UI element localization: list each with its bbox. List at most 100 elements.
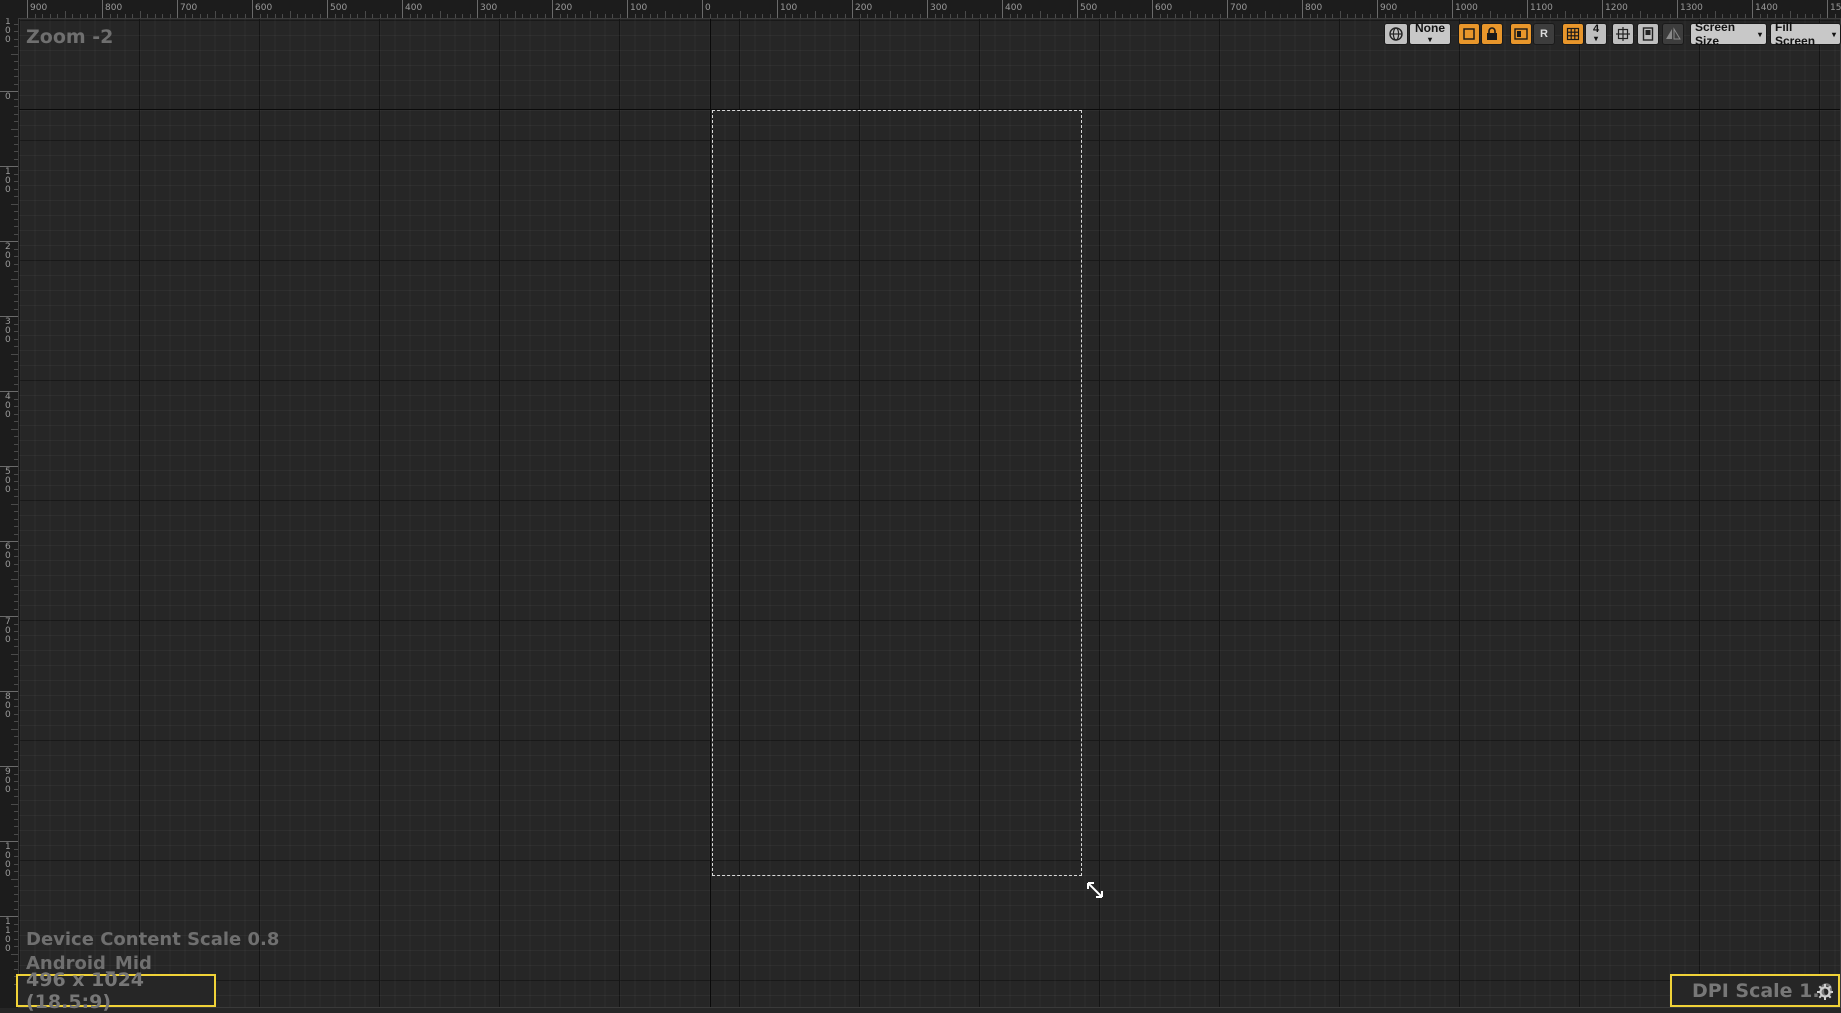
ruler-minor-tick xyxy=(1047,14,1048,18)
ruler-minor-tick xyxy=(972,14,973,18)
ruler-minor-tick xyxy=(1789,11,1791,18)
ruler-minor-tick xyxy=(14,98,18,100)
ruler-minor-tick xyxy=(14,398,18,400)
ruler-label: 700 xyxy=(1230,3,1248,13)
ruler-minor-tick xyxy=(1092,14,1093,18)
layout-icon[interactable] xyxy=(1510,23,1532,45)
globe-icon[interactable] xyxy=(1384,23,1408,45)
ruler-minor-tick xyxy=(1497,14,1498,18)
screen-size-dropdown[interactable]: Screen Size ▾ xyxy=(1690,20,1767,48)
ruler-minor-tick xyxy=(387,14,388,18)
ruler-minor-tick xyxy=(1519,14,1521,18)
ruler-minor-tick xyxy=(14,886,18,887)
transform-icon[interactable] xyxy=(1612,23,1634,45)
ruler-minor-tick xyxy=(1189,11,1191,18)
ruler-minor-tick xyxy=(79,14,81,18)
ruler-minor-tick xyxy=(1812,14,1813,18)
ruler-label: 700 xyxy=(180,3,198,13)
grid-snap-value[interactable]: 4 ▾ xyxy=(1585,23,1607,45)
ruler-minor-tick xyxy=(267,14,268,18)
ruler-major-tick xyxy=(1452,0,1453,18)
ruler-minor-tick xyxy=(664,11,666,18)
chevron-down-icon: ▾ xyxy=(1757,29,1762,39)
ruler-minor-tick xyxy=(1767,14,1768,18)
ruler-minor-tick xyxy=(1699,14,1701,18)
ruler-minor-tick xyxy=(582,14,583,18)
r-label: R xyxy=(1540,28,1548,40)
ruler-minor-tick xyxy=(1407,14,1408,18)
axis-y xyxy=(710,18,711,1007)
ruler-minor-tick xyxy=(14,901,18,902)
ruler-minor-tick xyxy=(1564,11,1566,18)
ruler-minor-tick xyxy=(14,946,18,947)
ruler-label: 300 xyxy=(480,3,498,13)
ruler-minor-tick xyxy=(949,14,951,18)
r-toggle[interactable]: R xyxy=(1533,23,1555,45)
ruler-minor-tick xyxy=(14,436,18,437)
ruler-minor-tick xyxy=(11,278,18,280)
ruler-minor-tick xyxy=(642,14,643,18)
ruler-minor-tick xyxy=(1549,14,1551,18)
ruler-minor-tick xyxy=(42,14,43,18)
fill-screen-dropdown[interactable]: Fill Screen ▾ xyxy=(1770,20,1841,48)
mirror-icon[interactable] xyxy=(1662,23,1684,45)
ruler-minor-tick xyxy=(14,961,18,962)
ruler-minor-tick xyxy=(14,526,18,527)
ruler-major-tick xyxy=(1377,0,1378,18)
ruler-label: 900 xyxy=(30,3,48,13)
horizontal-ruler[interactable]: 900 800 700 600 500 400 300 200 100 0 100 200 300 400… xyxy=(0,0,1841,19)
vertical-ruler[interactable]: 100 0 100 200 300 400 500 600 700 800 900 1000 1100 xyxy=(0,18,19,1008)
design-area-bounds[interactable] xyxy=(712,110,1082,876)
ruler-major-tick xyxy=(327,0,328,18)
ruler-minor-tick xyxy=(409,14,411,18)
ruler-minor-tick xyxy=(14,773,18,775)
ruler-major-tick xyxy=(102,0,103,18)
resize-handle-icon[interactable] xyxy=(1085,880,1105,900)
ruler-minor-tick xyxy=(14,826,18,827)
ruler-minor-tick xyxy=(14,76,18,77)
ruler-minor-tick xyxy=(934,14,936,18)
ruler-minor-tick xyxy=(14,781,18,782)
ruler-minor-tick xyxy=(14,571,18,572)
ruler-minor-tick xyxy=(14,496,18,497)
ruler-major-tick xyxy=(1827,0,1828,18)
ruler-minor-tick xyxy=(829,14,831,18)
ruler-minor-tick xyxy=(1384,14,1386,18)
respect-locks-group: R xyxy=(1510,23,1555,45)
lock-icon[interactable] xyxy=(1481,23,1503,45)
ruler-minor-tick xyxy=(207,14,208,18)
outline-icon[interactable] xyxy=(1458,23,1480,45)
chevron-down-icon: ▾ xyxy=(1593,34,1598,43)
ruler-minor-tick xyxy=(14,188,18,190)
ruler-major-tick xyxy=(1077,0,1078,18)
grid-group: 4 ▾ xyxy=(1562,23,1607,45)
ruler-label: 200 xyxy=(5,242,11,270)
dpi-scale-box[interactable]: DPI Scale 1.0 xyxy=(1670,974,1840,1007)
ruler-minor-tick xyxy=(1294,14,1296,18)
ruler-minor-tick xyxy=(1339,11,1341,18)
ruler-minor-tick xyxy=(492,14,493,18)
gear-icon[interactable] xyxy=(1816,983,1834,1001)
ruler-minor-tick xyxy=(14,593,18,595)
ruler-minor-tick xyxy=(14,421,18,422)
bookmark-icon[interactable] xyxy=(1637,23,1659,45)
ruler-minor-tick xyxy=(14,451,18,452)
ruler-minor-tick xyxy=(1264,11,1266,18)
ruler-minor-tick xyxy=(372,14,373,18)
ruler-minor-tick xyxy=(1332,14,1333,18)
ruler-minor-tick xyxy=(447,14,448,18)
ruler-minor-tick xyxy=(687,14,688,18)
ruler-major-tick xyxy=(927,0,928,18)
ruler-minor-tick xyxy=(1272,14,1273,18)
localization-dropdown[interactable]: None ▾ xyxy=(1409,22,1451,45)
grid-icon[interactable] xyxy=(1562,23,1584,45)
ruler-minor-tick xyxy=(672,14,673,18)
ruler-minor-tick xyxy=(237,14,238,18)
ruler-minor-tick xyxy=(14,331,18,332)
chevron-down-icon: ▾ xyxy=(1831,29,1836,39)
ruler-label: 0 xyxy=(5,92,11,102)
ruler-major-tick xyxy=(1227,0,1228,18)
ruler-minor-tick xyxy=(1009,14,1011,18)
ruler-minor-tick xyxy=(14,301,18,302)
ruler-minor-tick xyxy=(14,181,18,182)
